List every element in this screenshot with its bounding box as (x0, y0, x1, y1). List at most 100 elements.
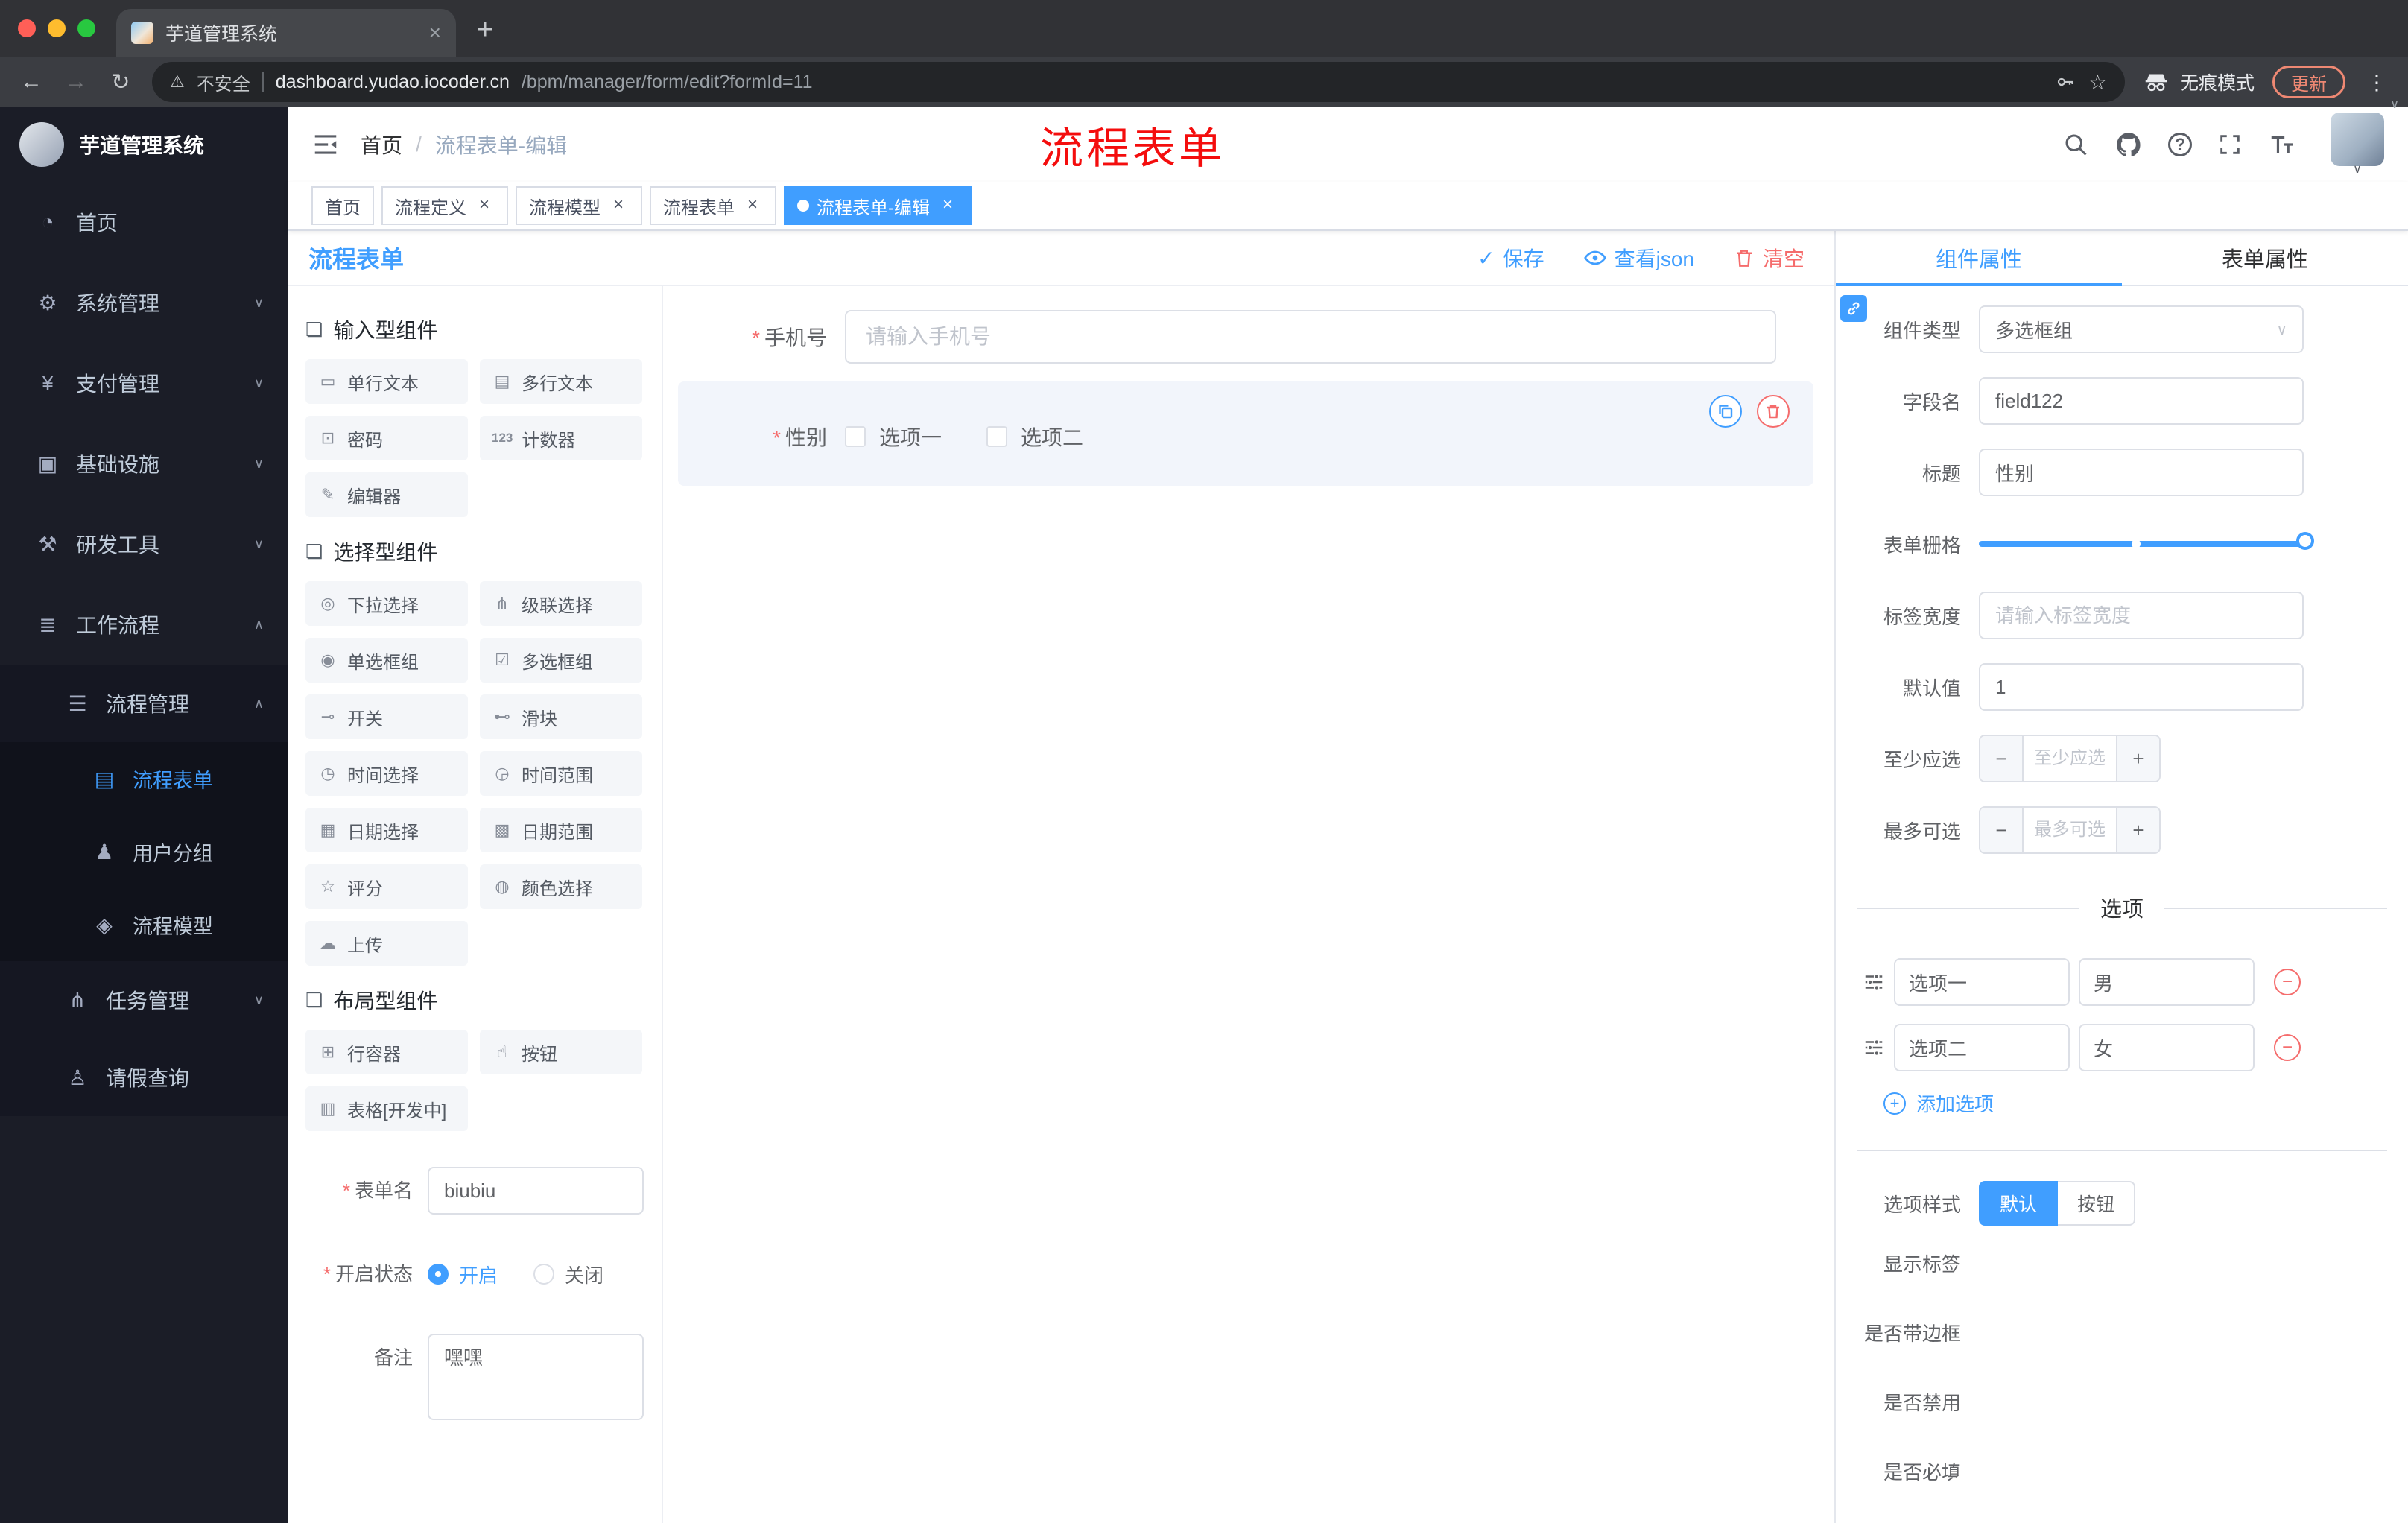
tag-process-form-edit[interactable]: 流程表单-编辑 × (784, 186, 972, 225)
browser-tab[interactable]: 芋道管理系统 × (116, 9, 456, 57)
palette-item-editor[interactable]: ✎ 编辑器 (305, 472, 468, 517)
form-remark-textarea[interactable]: 嘿嘿 (428, 1334, 644, 1420)
remove-option-icon[interactable]: − (2274, 1034, 2301, 1061)
breadcrumb-home[interactable]: 首页 (361, 130, 402, 159)
view-json-button[interactable]: 查看json (1583, 243, 1694, 273)
status-radio-on[interactable]: 开启 (428, 1261, 498, 1288)
window-zoom-button[interactable] (77, 19, 95, 37)
option-style-button-button[interactable]: 按钮 (2058, 1181, 2136, 1226)
sidebar-item-payment[interactable]: ¥ 支付管理 ∨ (0, 343, 288, 423)
palette-item-slider[interactable]: ⊷ 滑块 (480, 694, 642, 739)
window-close-button[interactable] (18, 19, 36, 37)
palette-item-checkbox-group[interactable]: ☑ 多选框组 (480, 638, 642, 683)
palette-item-button[interactable]: ☝ 按钮 (480, 1030, 642, 1074)
sidebar-item-process-form[interactable]: ▤ 流程表单 (0, 742, 288, 815)
palette-item-password[interactable]: ⊡ 密码 (305, 416, 468, 460)
sidebar-item-system[interactable]: ⚙ 系统管理 ∨ (0, 262, 288, 343)
max-select-input[interactable] (2024, 808, 2116, 852)
search-icon[interactable] (2062, 131, 2089, 158)
phone-input[interactable] (845, 310, 1776, 364)
status-radio-off[interactable]: 关闭 (533, 1261, 603, 1288)
label-width-input[interactable] (1979, 592, 2304, 639)
palette-item-select[interactable]: ◎ 下拉选择 (305, 581, 468, 626)
link-icon[interactable] (1840, 295, 1867, 322)
tag-process-model[interactable]: 流程模型 × (516, 186, 642, 225)
palette-item-radio-group[interactable]: ◉ 单选框组 (305, 638, 468, 683)
increase-button[interactable]: + (2116, 736, 2159, 781)
palette-item-rate[interactable]: ☆ 评分 (305, 864, 468, 909)
back-icon[interactable]: ← (18, 69, 45, 95)
form-name-input[interactable] (428, 1167, 644, 1215)
sidebar-item-home[interactable]: ◔ 首页 (0, 182, 288, 262)
close-icon[interactable]: × (742, 195, 763, 216)
save-button[interactable]: ✓ 保存 (1477, 243, 1544, 273)
tab-form-props[interactable]: 表单属性 (2122, 231, 2408, 285)
remove-option-icon[interactable]: − (2274, 969, 2301, 995)
new-tab-button[interactable]: + (477, 14, 493, 46)
palette-item-upload[interactable]: ☁ 上传 (305, 921, 468, 966)
decrease-button[interactable]: − (1980, 736, 2024, 781)
tag-process-definition[interactable]: 流程定义 × (381, 186, 508, 225)
tab-component-props[interactable]: 组件属性 (1836, 231, 2122, 286)
copy-widget-button[interactable] (1709, 395, 1742, 428)
palette-item-counter[interactable]: 123 计数器 (480, 416, 642, 460)
palette-item-date-picker[interactable]: ▦ 日期选择 (305, 808, 468, 852)
title-input[interactable] (1979, 449, 2304, 496)
close-icon[interactable]: × (608, 195, 629, 216)
close-icon[interactable]: × (474, 195, 495, 216)
delete-widget-button[interactable] (1757, 395, 1790, 428)
palette-item-time-range[interactable]: ◶ 时间范围 (480, 751, 642, 796)
sidebar-logo[interactable]: 芋道管理系统 (0, 107, 288, 182)
fullscreen-icon[interactable] (2217, 132, 2243, 157)
gender-checkbox-option2[interactable]: 选项二 (986, 422, 1083, 452)
forward-icon[interactable]: → (63, 69, 89, 95)
palette-item-cascader[interactable]: ⋔ 级联选择 (480, 581, 642, 626)
help-icon[interactable]: ? (2168, 133, 2192, 156)
drag-handle-icon[interactable] (1863, 1036, 1885, 1059)
option-value-input[interactable] (2079, 1024, 2255, 1071)
bookmark-star-icon[interactable]: ☆ (2088, 70, 2107, 95)
password-key-icon[interactable] (2054, 71, 2076, 93)
sidebar-item-workflow[interactable]: ≣ 工作流程 ∧ (0, 584, 288, 665)
option-name-input[interactable] (1894, 1024, 2070, 1071)
user-avatar-wrap[interactable]: ∨ (2331, 113, 2384, 177)
palette-item-table[interactable]: ▥ 表格[开发中] (305, 1086, 468, 1131)
add-option-button[interactable]: + 添加选项 (1836, 1089, 2408, 1117)
address-bar[interactable]: ⚠ 不安全 dashboard.yudao.iocoder.cn /bpm/ma… (152, 62, 2125, 102)
increase-button[interactable]: + (2116, 808, 2159, 852)
palette-item-time-picker[interactable]: ◷ 时间选择 (305, 751, 468, 796)
option-style-default-button[interactable]: 默认 (1979, 1181, 2059, 1226)
hamburger-icon[interactable] (311, 130, 340, 159)
github-icon[interactable] (2114, 130, 2143, 159)
window-minimize-button[interactable] (48, 19, 66, 37)
gender-checkbox-option1[interactable]: 选项一 (845, 422, 942, 452)
sidebar-item-process-model[interactable]: ◈ 流程模型 (0, 888, 288, 961)
tag-process-form[interactable]: 流程表单 × (650, 186, 776, 225)
sidebar-item-devtools[interactable]: ⚒ 研发工具 ∨ (0, 504, 288, 584)
close-icon[interactable]: × (937, 195, 958, 216)
palette-item-color-picker[interactable]: ◍ 颜色选择 (480, 864, 642, 909)
sidebar-item-process-management[interactable]: ☰ 流程管理 ∧ (0, 665, 288, 742)
tab-close-icon[interactable]: × (429, 22, 441, 43)
option-name-input[interactable] (1894, 958, 2070, 1006)
reload-icon[interactable]: ↻ (107, 69, 134, 95)
decrease-button[interactable]: − (1980, 808, 2024, 852)
palette-item-row-container[interactable]: ⊞ 行容器 (305, 1030, 468, 1074)
sidebar-item-infrastructure[interactable]: ▣ 基础设施 ∨ (0, 423, 288, 504)
slider-handle[interactable] (2296, 532, 2314, 550)
sidebar-item-task-management[interactable]: ⋔ 任务管理 ∨ (0, 961, 288, 1039)
drag-handle-icon[interactable] (1863, 971, 1885, 993)
font-size-icon[interactable] (2268, 130, 2296, 159)
palette-item-single-line-text[interactable]: ▭ 单行文本 (305, 359, 468, 404)
update-button[interactable]: 更新 (2272, 66, 2345, 98)
palette-item-switch[interactable]: ⊸ 开关 (305, 694, 468, 739)
palette-item-multiline-text[interactable]: ▤ 多行文本 (480, 359, 642, 404)
clear-button[interactable]: 清空 (1733, 243, 1805, 273)
component-type-select[interactable]: 多选框组 ∨ (1979, 305, 2304, 353)
default-value-input[interactable] (1979, 663, 2304, 711)
palette-item-date-range[interactable]: ▩ 日期范围 (480, 808, 642, 852)
slider-track[interactable] (1979, 532, 2314, 550)
tag-home[interactable]: 首页 (311, 186, 374, 225)
field-name-input[interactable] (1979, 377, 2304, 425)
min-select-input[interactable] (2024, 736, 2116, 781)
